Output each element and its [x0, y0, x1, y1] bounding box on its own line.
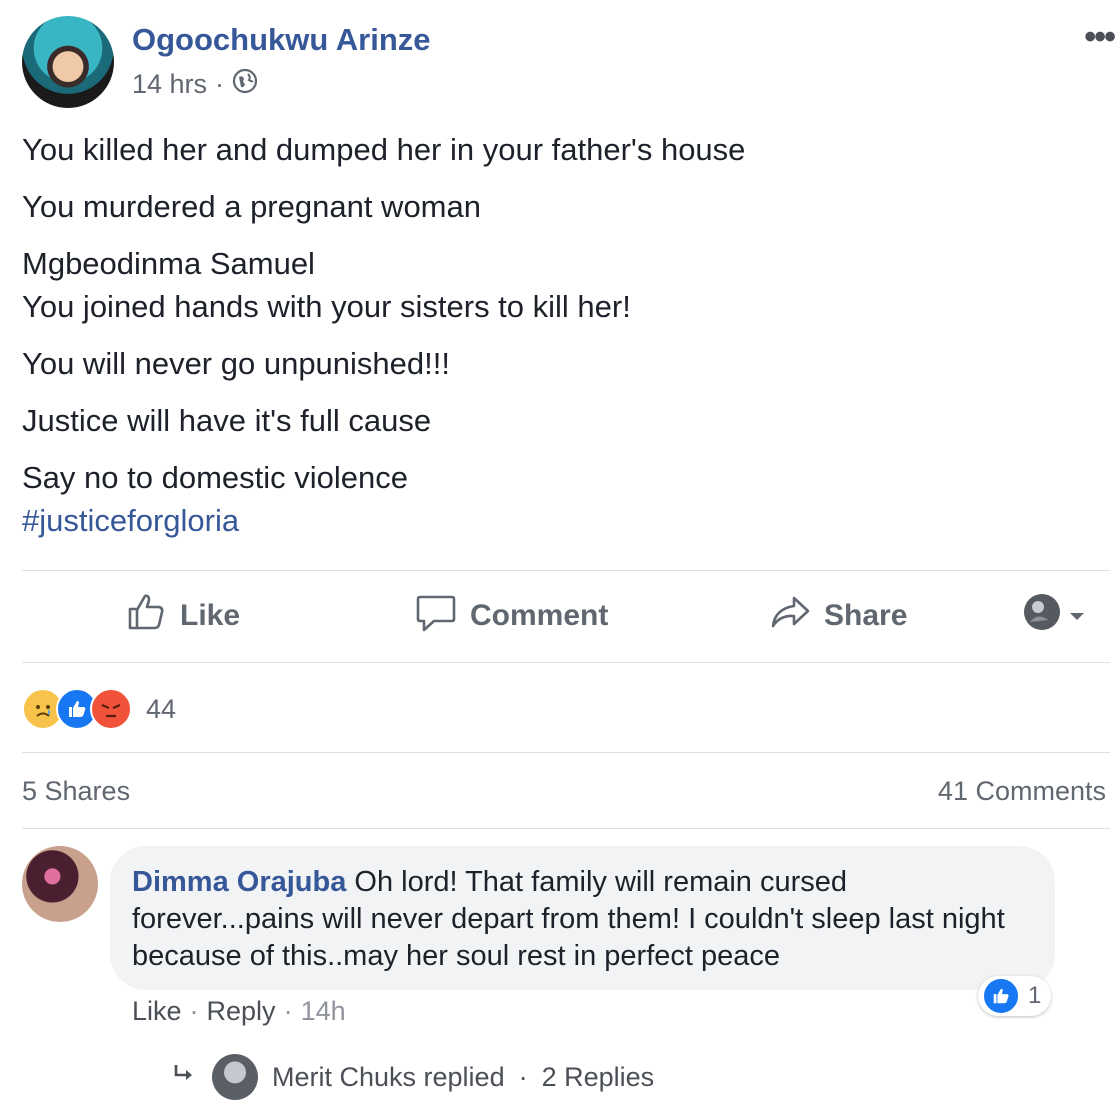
divider: [22, 828, 1110, 829]
replied-text: Merit Chuks replied: [272, 1061, 505, 1092]
share-button[interactable]: Share: [768, 576, 907, 656]
post-line: You killed her and dumped her in your fa…: [22, 132, 746, 167]
thumbs-up-icon: [124, 590, 168, 642]
replies-count: 2 Replies: [541, 1061, 655, 1092]
comment-like-link[interactable]: Like: [132, 996, 182, 1027]
globe-icon[interactable]: [232, 68, 258, 101]
author-avatar[interactable]: [22, 16, 114, 108]
reaction-count: 44: [146, 693, 177, 724]
divider: [22, 570, 1110, 571]
post-line: Mgbeodinma Samuel: [22, 246, 315, 281]
post-line: You murdered a pregnant woman: [22, 189, 481, 224]
more-options-icon[interactable]: •••: [1084, 18, 1116, 57]
divider: [22, 662, 1110, 663]
comment-bubble-icon: [414, 590, 458, 642]
comment-like-badge[interactable]: 1: [978, 976, 1052, 1016]
post-time[interactable]: 14 hrs: [132, 69, 207, 100]
like-reaction-icon: [982, 977, 1020, 1015]
post-line: You will never go unpunished!!!: [22, 346, 450, 381]
comment-button[interactable]: Comment: [414, 576, 608, 656]
hashtag-link[interactable]: #justiceforgloria: [22, 499, 745, 542]
meta-separator: ·: [215, 69, 225, 99]
comment-actions: Like · Reply · 14h: [132, 996, 346, 1027]
share-arrow-icon: [768, 590, 812, 642]
angry-reaction-icon: [90, 688, 132, 730]
commenter-avatar[interactable]: [22, 846, 98, 922]
replier-avatar: [212, 1054, 258, 1100]
separator-dot: ·: [283, 996, 293, 1026]
separator-dot: ·: [518, 1061, 528, 1092]
commenter-name[interactable]: Dimma Orajuba: [132, 866, 346, 898]
reply-arrow-icon: [172, 1061, 198, 1094]
like-label: Like: [180, 599, 241, 632]
action-bar: Like Comment Share: [22, 576, 1110, 656]
post-author-name[interactable]: Ogoochukwu Arinze: [132, 22, 431, 58]
post-body: You killed her and dumped her in your fa…: [22, 128, 745, 542]
comment-bubble: Dimma Orajuba Oh lord! That family will …: [110, 846, 1055, 990]
comment-time[interactable]: 14h: [301, 996, 346, 1027]
audience-selector[interactable]: [1022, 576, 1086, 656]
profile-globe-icon: [1022, 592, 1062, 640]
share-label: Share: [824, 599, 908, 632]
post-line: You joined hands with your sisters to ki…: [22, 289, 631, 324]
divider: [22, 752, 1110, 753]
comment-reply-link[interactable]: Reply: [207, 996, 276, 1027]
post-line: Say no to domestic violence: [22, 460, 408, 495]
comment-like-count: 1: [1028, 982, 1042, 1009]
view-replies[interactable]: Merit Chuks replied · 2 Replies: [172, 1054, 654, 1100]
post-line: Justice will have it's full cause: [22, 403, 432, 438]
comment-label: Comment: [470, 599, 609, 632]
like-button[interactable]: Like: [124, 576, 240, 656]
reactions-summary[interactable]: 44: [22, 688, 176, 730]
separator-dot: ·: [189, 996, 199, 1026]
shares-count[interactable]: 5 Shares: [22, 776, 130, 807]
comments-count[interactable]: 41 Comments: [938, 776, 1106, 807]
chevron-down-icon: [1068, 599, 1086, 633]
post-meta: 14 hrs ·: [132, 68, 258, 101]
